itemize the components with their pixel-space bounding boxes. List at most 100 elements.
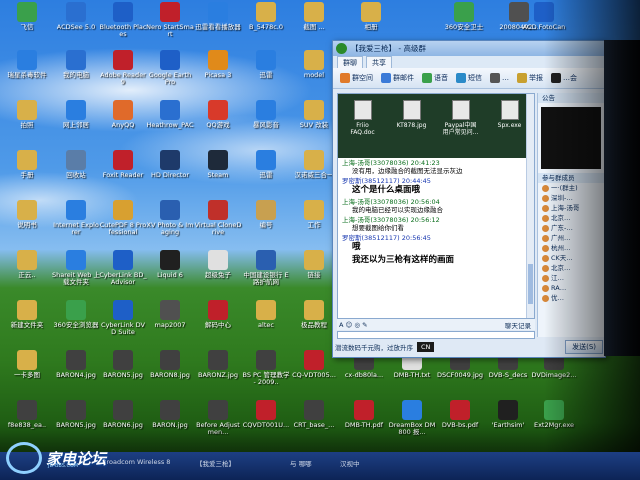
desktop-icon[interactable]: 瑞星杀毒软件 bbox=[3, 50, 51, 79]
tab-chat[interactable]: 群聊 bbox=[337, 56, 363, 68]
desktop-icon[interactable]: ACDSee 5.0 bbox=[52, 2, 100, 31]
chat-record-button[interactable]: 聊天记录 bbox=[505, 320, 531, 330]
member-item[interactable]: 深圳-… bbox=[538, 193, 604, 203]
desktop-icon[interactable]: CQ-VDT005... bbox=[290, 350, 338, 379]
desktop-icon[interactable]: 网上邻居 bbox=[52, 100, 100, 129]
toolbar-button-sms[interactable]: 短信 bbox=[453, 73, 485, 83]
message-sender[interactable]: 上海-汤哥(33078036) bbox=[342, 198, 409, 206]
chat-history[interactable]: Friio FAQ.doc KT878.jpg Paypal中国用户常见问...… bbox=[337, 93, 535, 319]
tab-share[interactable]: 共享 bbox=[366, 56, 392, 68]
desktop-icon[interactable]: 回收站 bbox=[52, 150, 100, 179]
desktop-icon[interactable]: CRT_base_... bbox=[290, 400, 338, 429]
desktop-icon[interactable]: Steam bbox=[194, 150, 242, 179]
desktop-icon[interactable]: 中国建设银行 E路护航网 bbox=[242, 250, 290, 286]
desktop-icon[interactable]: 解码中心 bbox=[194, 300, 242, 329]
desktop-icon[interactable]: 一卡多图 bbox=[3, 350, 51, 379]
desktop-icon[interactable]: BARON8.jpg bbox=[146, 350, 194, 379]
member-item[interactable]: 江… bbox=[538, 273, 604, 283]
desktop-icon[interactable]: 截图 ... bbox=[290, 2, 338, 31]
desktop-icon[interactable]: 迅雷看看播放器 bbox=[194, 2, 242, 31]
desktop-icon[interactable]: Adobe Reader 9 bbox=[99, 50, 147, 86]
desktop-icon[interactable]: DMB-TH.pdf bbox=[340, 400, 388, 429]
desktop-icon[interactable]: Google Earth Pro bbox=[146, 50, 194, 86]
toolbar-button-mail[interactable]: 群邮件 bbox=[378, 73, 417, 83]
member-item[interactable]: 广州… bbox=[538, 233, 604, 243]
desktop-icon[interactable]: map2007 bbox=[146, 300, 194, 329]
format-tools[interactable]: A ☺ ◎ ✎ bbox=[339, 321, 368, 329]
desktop-icon[interactable]: Nero StartSmart bbox=[146, 2, 194, 38]
member-item[interactable]: 一·(群主) bbox=[538, 183, 604, 193]
desktop-icon[interactable]: 拍照 bbox=[3, 100, 51, 129]
desktop-icon[interactable]: 手册 bbox=[3, 150, 51, 179]
taskbar-item[interactable]: Broadcom Wireless 8 bbox=[102, 458, 170, 466]
desktop-icon[interactable]: f8e838_ea.. bbox=[3, 400, 51, 429]
desktop-icon[interactable]: 我的电脑 bbox=[52, 50, 100, 79]
desktop-icon[interactable]: BARON5.jpg bbox=[99, 350, 147, 379]
member-item[interactable]: 优… bbox=[538, 293, 604, 303]
desktop-icon[interactable]: 编号 bbox=[242, 200, 290, 229]
desktop-icon[interactable]: QQ游戏 bbox=[194, 100, 242, 129]
desktop-icon[interactable]: 相册 bbox=[347, 2, 395, 31]
member-item[interactable]: 北京… bbox=[538, 213, 604, 223]
toolbar-button-space[interactable]: 群空间 bbox=[337, 73, 376, 83]
desktop-icon[interactable]: model bbox=[290, 50, 338, 79]
desktop-icon[interactable]: BARON4.jpg bbox=[52, 350, 100, 379]
desktop-icon[interactable]: Bluetooth Places bbox=[99, 2, 147, 38]
desktop-icon[interactable]: Liquid 6 bbox=[146, 250, 194, 279]
desktop-icon[interactable]: BARON.jpg bbox=[146, 400, 194, 429]
desktop-icon[interactable]: CyberLink BD_Advisor bbox=[99, 250, 147, 286]
desktop-icon[interactable]: CyberLink DVD Suite bbox=[99, 300, 147, 336]
message-sender[interactable]: 上海-汤哥(33078036) bbox=[342, 216, 409, 224]
taskbar-item[interactable]: 与 哪哪 bbox=[290, 458, 312, 468]
desktop-icon[interactable]: AnyQQ bbox=[99, 100, 147, 129]
desktop-icon[interactable]: DVB-bs.pdf bbox=[436, 400, 484, 429]
ime-indicator[interactable]: CN bbox=[417, 341, 435, 352]
taskbar-item[interactable]: 汉视中 bbox=[340, 458, 360, 468]
message-sender[interactable]: 上海-汤哥(33078036) bbox=[342, 159, 409, 167]
desktop-icon[interactable]: CQVDT001U... bbox=[242, 400, 290, 429]
desktop-icon[interactable]: 新建文件夹 bbox=[3, 300, 51, 329]
member-item[interactable]: 上海-汤哥 bbox=[538, 203, 604, 213]
member-item[interactable]: 广东-… bbox=[538, 223, 604, 233]
desktop-icon[interactable]: 飞信 bbox=[3, 2, 51, 31]
member-item[interactable]: RA… bbox=[538, 283, 604, 293]
toolbar-button-meeting[interactable]: …会 bbox=[548, 73, 580, 83]
desktop-icon[interactable]: Shareit Web 上载文件夹 bbox=[52, 250, 100, 286]
desktop-icon[interactable]: DreamBox DM800 报... bbox=[388, 400, 436, 436]
desktop-icon[interactable]: Picasa 3 bbox=[194, 50, 242, 79]
message-sender[interactable]: 罗密斯(38512117) bbox=[342, 177, 400, 185]
desktop-icon[interactable]: 暴风影音 bbox=[242, 100, 290, 129]
desktop-icon[interactable]: 极品教程 bbox=[290, 300, 338, 329]
desktop-icon[interactable]: 'Earthsim' bbox=[484, 400, 532, 429]
toolbar-button-voice[interactable]: 语音 bbox=[419, 73, 451, 83]
desktop-icon[interactable]: 正云.. bbox=[3, 250, 51, 279]
desktop-icon[interactable]: SUV 改装 bbox=[290, 100, 338, 129]
desktop-icon[interactable]: ACD FotoCan bbox=[520, 2, 568, 31]
desktop-icon[interactable]: Virtual CloneDrive bbox=[194, 200, 242, 236]
desktop-icon[interactable]: 工作 bbox=[290, 200, 338, 229]
desktop-icon[interactable]: Heathrow_PAC bbox=[146, 100, 194, 129]
desktop-icon[interactable]: XV Photo & Imaging bbox=[146, 200, 194, 236]
send-button[interactable]: 发送(S) bbox=[565, 339, 603, 354]
toolbar-button-more[interactable]: … bbox=[487, 73, 512, 83]
member-item[interactable]: CK天… bbox=[538, 253, 604, 263]
desktop-icon[interactable]: 360安全卫士 bbox=[440, 2, 488, 31]
scrollbar-thumb[interactable] bbox=[528, 264, 533, 304]
desktop-icon[interactable]: HD Director bbox=[146, 150, 194, 179]
desktop-icon[interactable]: BARON5.jpg bbox=[52, 400, 100, 429]
desktop-icon[interactable]: 迅雷 bbox=[242, 50, 290, 79]
desktop-icon[interactable]: 链接 bbox=[290, 250, 338, 279]
member-item[interactable]: 北京… bbox=[538, 263, 604, 273]
desktop-icon[interactable]: Internet Explorer bbox=[52, 200, 100, 236]
desktop-icon[interactable]: BS PC 管理教学 - 2009.. bbox=[242, 350, 290, 386]
ad-hint[interactable]: 潜流数码千元购，过放升序 bbox=[335, 342, 413, 352]
desktop-icon[interactable]: CutePDF 8 Professional bbox=[99, 200, 147, 236]
taskbar-item[interactable]: 【我爱三枪】 bbox=[196, 458, 235, 468]
window-title-bar[interactable]: 【我爱三枪】 - 高级群 bbox=[333, 41, 605, 56]
desktop-icon[interactable]: BARON6.jpg bbox=[99, 400, 147, 429]
desktop-icon[interactable]: B_5478c.0 bbox=[242, 2, 290, 31]
message-sender[interactable]: 罗密斯(38512117) bbox=[342, 234, 400, 242]
message-input[interactable] bbox=[337, 331, 535, 339]
desktop-icon[interactable]: Ext2Mgr.exe bbox=[530, 400, 578, 429]
desktop-icon[interactable]: Foxit Reader bbox=[99, 150, 147, 179]
